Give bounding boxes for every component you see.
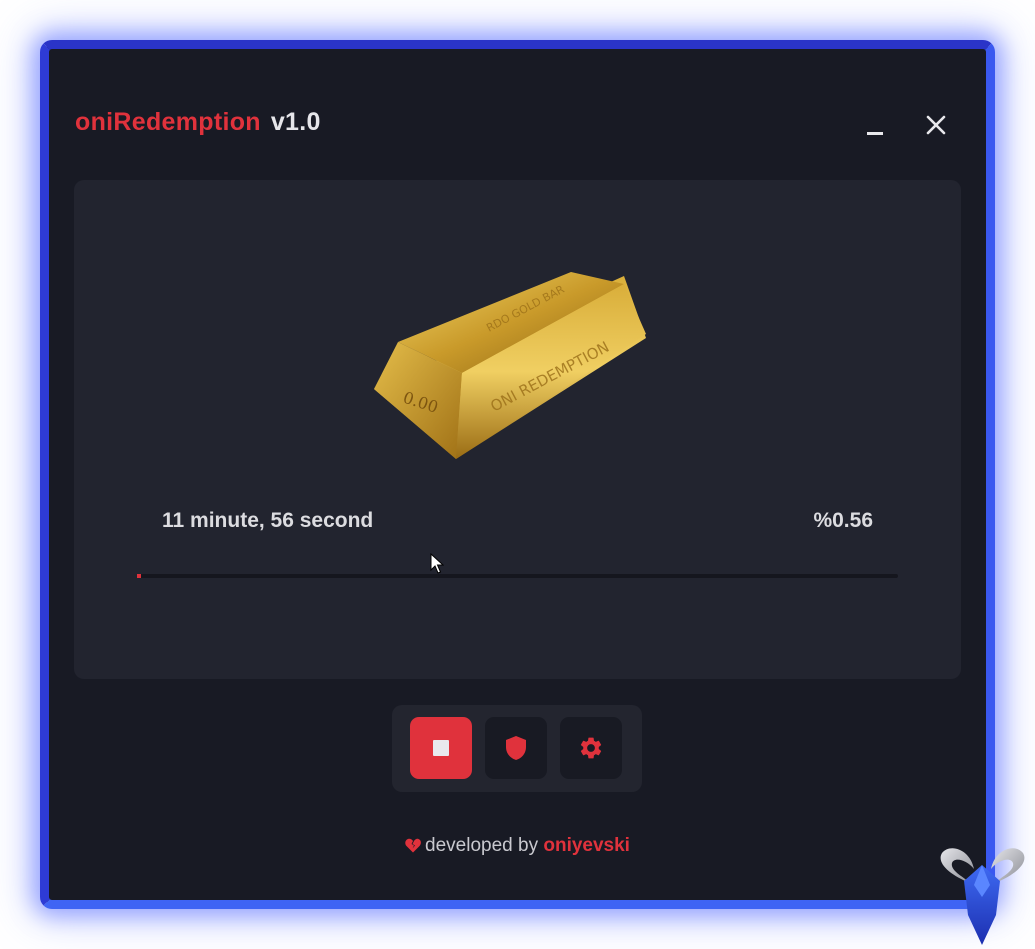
action-toolbar bbox=[392, 705, 642, 792]
gold-bar-image: RDO GOLD BAR ONI REDEMPTION 0.00 bbox=[374, 272, 646, 459]
app-window: oniRedemption v1.0 RDO GOLD BAR ONI REDE… bbox=[40, 40, 995, 909]
close-button[interactable] bbox=[916, 105, 956, 145]
stop-button[interactable] bbox=[410, 717, 472, 779]
mouse-cursor-icon bbox=[430, 553, 444, 574]
elapsed-time: 11 minute, 56 second bbox=[162, 509, 374, 532]
broken-heart-icon bbox=[405, 838, 421, 853]
footer-text: developed by bbox=[425, 835, 539, 856]
app-name: oniRedemption bbox=[75, 108, 261, 136]
minimize-icon bbox=[867, 131, 883, 135]
window-title: oniRedemption v1.0 bbox=[75, 105, 321, 139]
minimize-button[interactable] bbox=[855, 105, 895, 145]
footer-credit: developed by oniyevski bbox=[49, 835, 986, 857]
gear-icon bbox=[580, 737, 602, 759]
progress-fill bbox=[137, 574, 142, 578]
close-icon bbox=[926, 115, 946, 135]
progress-bar bbox=[137, 574, 898, 578]
shield-icon bbox=[506, 736, 526, 760]
settings-button[interactable] bbox=[560, 717, 622, 779]
status-panel: RDO GOLD BAR ONI REDEMPTION 0.00 11 minu… bbox=[74, 180, 961, 679]
ram-mascot-logo bbox=[940, 848, 1025, 945]
shield-button[interactable] bbox=[485, 717, 547, 779]
author-link[interactable]: oniyevski bbox=[543, 835, 630, 856]
stop-icon bbox=[433, 740, 449, 756]
progress-percent: %0.56 bbox=[813, 509, 873, 532]
app-version: v1.0 bbox=[270, 108, 321, 136]
